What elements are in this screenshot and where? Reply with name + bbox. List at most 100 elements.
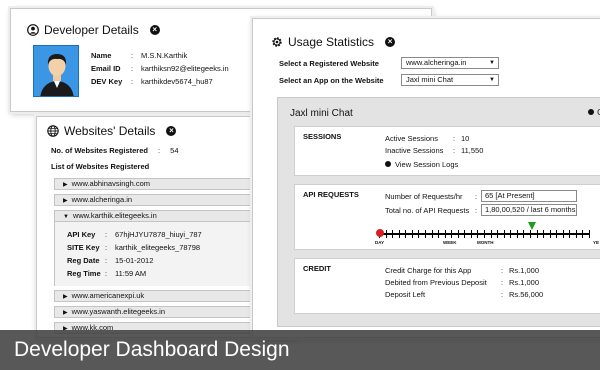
timeline-tick	[543, 230, 544, 238]
timeline-marker[interactable]	[528, 222, 536, 230]
timeline-start-dot	[376, 229, 384, 237]
usage-statistics-header: Usage Statistics ×	[271, 35, 396, 49]
app-select-value: Jaxl mini Chat	[406, 75, 454, 84]
timeline-tick	[504, 230, 505, 238]
timeline-tick	[477, 230, 478, 238]
site-url: www.yaswanth.elitegeeks.in	[71, 307, 166, 316]
timeline-label-week: WEEK	[443, 240, 457, 245]
reg-date-value: 15-01-2012	[115, 256, 154, 265]
debited-row: Debited from Previous Deposit: Rs.1,000	[385, 278, 540, 287]
reg-time-row: Reg Time:11:59 AM	[67, 269, 147, 278]
timeline-tick	[537, 230, 538, 238]
active-sessions-value: 10	[461, 134, 470, 143]
timeline-tick	[425, 230, 426, 238]
timeline-tick	[399, 230, 400, 238]
api-key-row: API Key:67hjHJYU7878_hiuyi_787	[67, 230, 202, 239]
timeline-tick	[418, 230, 419, 238]
deposit-left-value: Rs.56,000	[509, 290, 544, 299]
site-key-value: karthik_elitegeeks_78798	[115, 243, 201, 252]
api-requests-title: API REQUESTS	[303, 190, 359, 199]
close-icon[interactable]: ×	[166, 126, 177, 136]
websites-details-title: Websites' Details	[64, 124, 156, 138]
developer-details-title: Developer Details	[44, 23, 139, 37]
title-banner: Developer Dashboard Design	[0, 330, 600, 370]
developer-devkey-row: DEV Key: karthikdev5674_hu87	[91, 77, 213, 86]
name-value: M.S.N.Karthik	[141, 51, 188, 60]
timeline-tick	[471, 230, 472, 238]
graph-toggle[interactable]: Gr	[588, 108, 600, 117]
user-icon	[27, 24, 39, 36]
site-url: www.alcheringa.in	[71, 195, 133, 204]
timeline-tick	[582, 230, 583, 238]
timeline-tick	[445, 230, 446, 238]
caret-right-icon: ▶	[63, 294, 68, 300]
requests-per-hr-label: Number of Requests/hr	[385, 192, 463, 201]
caret-right-icon: ▶	[63, 198, 68, 204]
timeline-tick	[392, 230, 393, 238]
email-label: Email ID	[91, 64, 121, 73]
sessions-title: SESSIONS	[303, 132, 342, 141]
credit-charge-row: Credit Charge for this App: Rs.1,000	[385, 266, 540, 275]
timeline-tick	[432, 230, 433, 238]
timeline-label-day: DAY	[375, 240, 385, 245]
deposit-left-row: Deposit Left: Rs.56,000	[385, 290, 544, 299]
app-select[interactable]: Jaxl mini Chat ▼	[401, 74, 499, 86]
inactive-sessions-value: 11,550	[461, 146, 484, 155]
gear-icon	[272, 37, 282, 47]
credit-card: CREDIT Credit Charge for this App: Rs.1,0…	[294, 258, 600, 314]
timeline-label-month: MONTH	[477, 240, 494, 245]
active-sessions-row: Active Sessions:10	[385, 134, 470, 143]
debited-value: Rs.1,000	[509, 278, 540, 287]
timeline-tick	[556, 230, 557, 238]
inactive-sessions-row: Inactive Sessions:11,550	[385, 146, 484, 155]
website-select-label: Select a Registered Website	[279, 59, 379, 68]
app-select-label: Select an App on the Website	[279, 76, 384, 85]
email-value: karthiksn92@elitegeeks.in	[141, 64, 229, 73]
timeline-tick	[405, 230, 406, 238]
radio-dot-icon	[588, 109, 595, 115]
timeline-tick	[517, 230, 518, 238]
caret-down-icon: ▼	[63, 214, 69, 220]
close-icon[interactable]: ×	[385, 37, 396, 47]
timeline-tick	[589, 230, 590, 238]
site-url: www.karthik.elitegeeks.in	[72, 211, 157, 220]
timeline-tick	[550, 230, 551, 238]
credit-title: CREDIT	[303, 264, 331, 273]
websites-details-header: Websites' Details ×	[47, 124, 177, 138]
requests-per-hr-field[interactable]: 65 [At Present]	[481, 190, 577, 202]
developer-details-header: Developer Details ×	[27, 23, 160, 37]
website-select[interactable]: www.alcheringa.in ▼	[401, 57, 499, 69]
app-stats-container: Jaxl mini Chat Gr SESSIONS Active Sessio…	[277, 97, 600, 327]
timeline-tick	[412, 230, 413, 238]
total-requests-label: Total no. of API Requests	[385, 206, 470, 215]
total-requests-field[interactable]: 1,80,00,520 / last 6 months	[481, 204, 577, 216]
timeline-tick	[451, 230, 452, 238]
developer-email-row: Email ID: karthiksn92@elitegeeks.in	[91, 64, 229, 73]
name-label: Name	[91, 51, 112, 60]
timeline-tick	[464, 230, 465, 238]
timeline-tick	[386, 230, 387, 238]
site-key-row: SITE Key: karthik_elitegeeks_78798	[67, 243, 201, 252]
timeline-tick	[563, 230, 564, 238]
timeline-label-year: YE	[593, 240, 600, 245]
request-timeline-slider[interactable]: DAY WEEK MONTH YE	[375, 222, 599, 247]
banner-title: Developer Dashboard Design	[14, 338, 290, 361]
app-name-heading: Jaxl mini Chat	[290, 108, 353, 119]
websites-count-value: 54	[170, 146, 179, 155]
site-url: www.americanexpi.uk	[71, 291, 145, 300]
timeline-tick	[569, 230, 570, 238]
close-icon[interactable]: ×	[149, 25, 160, 35]
reg-date-row: Reg Date:15-01-2012	[67, 256, 154, 265]
avatar	[33, 45, 79, 97]
caret-right-icon: ▶	[63, 182, 68, 188]
reg-time-value: 11:59 AM	[115, 269, 147, 278]
timeline-tick	[484, 230, 485, 238]
credit-charge-value: Rs.1,000	[509, 266, 540, 275]
globe-icon	[47, 125, 59, 137]
bullet-icon	[385, 161, 391, 167]
devkey-value: karthikdev5674_hu87	[141, 77, 213, 86]
timeline-tick	[497, 230, 498, 238]
websites-count-row: No. of Websites Registered : 54	[51, 146, 179, 155]
view-session-logs-link[interactable]: View Session Logs	[385, 160, 458, 169]
website-select-value: www.alcheringa.in	[406, 58, 467, 67]
